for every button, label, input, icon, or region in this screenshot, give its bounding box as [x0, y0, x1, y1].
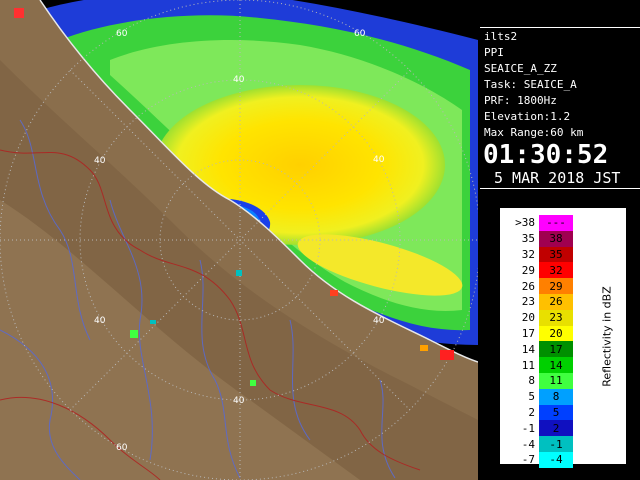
legend-upper-value: 29 — [549, 279, 563, 293]
legend-upper-value: 23 — [549, 311, 563, 325]
legend-row: 35 38 — [506, 230, 573, 247]
legend-upper-value: 32 — [549, 263, 563, 277]
task-name: Task: SEAICE_A — [484, 78, 577, 91]
legend-rows: >38 --- 35 38 32 35 29 32 26 29 23 26 20 23 17 20 14 17 11… — [506, 215, 573, 468]
legend-color-swatch: 20 — [539, 325, 573, 342]
legend-upper-value: 17 — [549, 342, 563, 356]
scan-mode: PPI — [484, 46, 504, 59]
legend-lower-value: 26 — [521, 279, 535, 293]
legend-lower-value: 32 — [521, 247, 535, 261]
scan-time: 01:30:52 — [483, 140, 609, 170]
max-range-value: Max Range:60 km — [484, 126, 584, 139]
legend-lower-value: 5 — [528, 390, 535, 404]
legend-color-swatch: 8 — [539, 388, 573, 405]
ring-label: 60 — [354, 29, 366, 39]
scan-info-panel: ilts2 PPI SEAICE_A_ZZ Task: SEAICE_A PRF… — [480, 27, 640, 189]
legend-lower-value: 20 — [521, 311, 535, 325]
prf-value: PRF: 1800Hz — [484, 94, 557, 107]
legend-color-swatch: -4 — [539, 451, 573, 468]
legend-row: 8 11 — [506, 372, 573, 389]
legend-row: 20 23 — [506, 309, 573, 326]
scan-date: 5 MAR 2018 JST — [494, 169, 621, 187]
legend-row: 29 32 — [506, 262, 573, 279]
legend-row: 17 20 — [506, 325, 573, 342]
radar-map[interactable]: 60 40 60 40 40 40 40 40 60 — [0, 0, 478, 480]
station-name: ilts2 — [484, 30, 518, 43]
legend-color-swatch: 14 — [539, 357, 573, 373]
legend-color-swatch: 5 — [539, 404, 573, 421]
legend-color-swatch: 29 — [539, 278, 573, 294]
legend-row: 32 35 — [506, 246, 573, 263]
legend-lower-value: 35 — [521, 232, 535, 246]
legend-lower-value: 29 — [521, 263, 535, 277]
ring-label: 40 — [94, 316, 106, 326]
legend-color-swatch: --- — [539, 215, 573, 231]
legend-lower-value: 14 — [521, 342, 535, 356]
ring-label: 40 — [233, 396, 245, 406]
legend-lower-value: -4 — [521, 437, 535, 451]
legend-row: 11 14 — [506, 357, 573, 373]
legend-lower-value: 2 — [528, 405, 535, 419]
legend-upper-value: 20 — [549, 326, 563, 340]
ring-label: 40 — [94, 156, 106, 166]
legend-lower-value: 11 — [521, 358, 535, 372]
legend-color-swatch: -1 — [539, 436, 573, 452]
legend-upper-value: 26 — [549, 295, 563, 309]
legend-color-swatch: 32 — [539, 262, 573, 279]
legend-row: 25 — [506, 404, 573, 421]
legend-color-swatch: 2 — [539, 420, 573, 437]
legend-upper-value: 11 — [549, 374, 563, 388]
legend-color-swatch: 11 — [539, 372, 573, 389]
legend-row: -4 -1 — [506, 436, 573, 452]
reflectivity-legend: >38 --- 35 38 32 35 29 32 26 29 23 26 20 23 17 20 14 17 11… — [500, 208, 626, 468]
legend-row: -7 -4 — [506, 451, 573, 468]
ring-label: 40 — [233, 75, 245, 85]
legend-upper-value: -1 — [549, 437, 563, 451]
legend-color-swatch: 35 — [539, 246, 573, 263]
legend-color-swatch: 38 — [539, 230, 573, 247]
legend-upper-value: --- — [546, 216, 566, 230]
legend-lower-value: 8 — [528, 374, 535, 388]
legend-units: Reflectivity in dBZ — [600, 286, 614, 387]
legend-lower-value: -1 — [521, 421, 535, 435]
scan-name: SEAICE_A_ZZ — [484, 62, 557, 75]
legend-row: >38 --- — [506, 215, 573, 231]
legend-row: 58 — [506, 388, 573, 405]
ring-label: 40 — [373, 316, 385, 326]
legend-lower-value: 17 — [521, 326, 535, 340]
legend-row: 14 17 — [506, 341, 573, 358]
legend-row: 23 26 — [506, 293, 573, 310]
legend-row: 26 29 — [506, 278, 573, 294]
elevation-value: Elevation:1.2 — [484, 110, 571, 123]
legend-color-swatch: 23 — [539, 309, 573, 326]
legend-upper-value: 38 — [549, 232, 563, 246]
legend-color-swatch: 17 — [539, 341, 573, 358]
legend-upper-value: 35 — [549, 247, 563, 261]
ring-label: 40 — [373, 155, 385, 165]
ring-label: 60 — [116, 443, 128, 453]
legend-row: -1 2 — [506, 420, 573, 437]
legend-upper-value: 5 — [552, 405, 560, 419]
legend-color-swatch: 26 — [539, 293, 573, 310]
legend-lower-value: 23 — [521, 295, 535, 309]
legend-upper-value: 2 — [552, 421, 560, 435]
legend-upper-value: 8 — [552, 390, 560, 404]
legend-lower-value: >38 — [515, 216, 535, 230]
legend-upper-value: -4 — [549, 453, 563, 467]
legend-upper-value: 14 — [549, 358, 563, 372]
legend-units-box: Reflectivity in dBZ — [600, 238, 614, 438]
ring-label: 60 — [116, 29, 128, 39]
legend-lower-value: -7 — [521, 453, 535, 467]
